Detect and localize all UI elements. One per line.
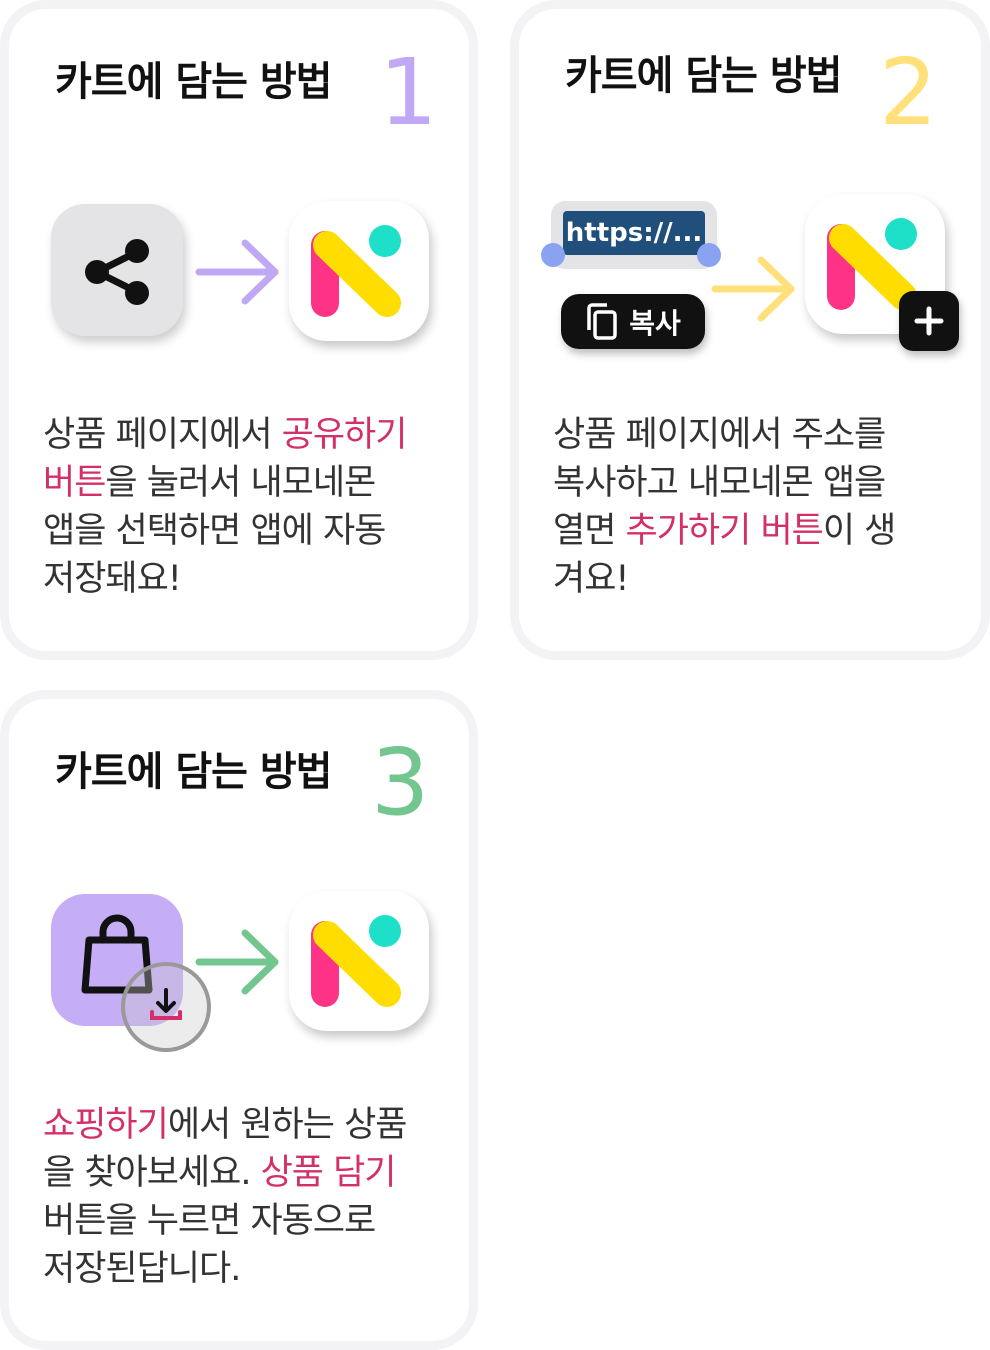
step-description: 상품 페이지에서 공유하기 버튼을 눌러서 내모네몬 앱을 선택하면 앱에 자동 … xyxy=(43,411,463,603)
card-title: 카트에 담는 방법 xyxy=(55,749,332,795)
arrow-right-icon xyxy=(711,256,795,322)
step-description: 상품 페이지에서 주소를 복사하고 내모네몬 앱을 열면 추가하기 버튼이 생 … xyxy=(553,411,973,603)
app-icon xyxy=(289,891,429,1031)
desc-segment: 버튼을 누르면 자동으로 저장된답니다. xyxy=(43,1201,376,1289)
step-description: 쇼핑하기에서 원하는 상품 을 찾아보세요. 상품 담기 버튼을 누르면 자동으… xyxy=(43,1101,463,1293)
desc-highlight: 공유하기 xyxy=(281,415,408,455)
step-number: 1 xyxy=(379,39,438,146)
copy-button[interactable]: 복사 xyxy=(561,294,705,349)
plus-icon xyxy=(914,306,944,336)
arrow-right-icon xyxy=(195,239,279,305)
app-logo-icon xyxy=(311,225,401,317)
step-card-3: 카트에 담는 방법 3 쇼핑하기에서 원하는 상품 을 찾아보세요. 상품 담기… xyxy=(0,690,478,1350)
desc-highlight: 상품 담기 xyxy=(260,1153,397,1193)
url-selection: https://... xyxy=(541,201,721,269)
add-button[interactable] xyxy=(899,291,959,351)
app-icon xyxy=(289,201,429,341)
share-icon xyxy=(85,239,149,305)
step-number: 2 xyxy=(879,39,938,146)
url-text: https://... xyxy=(563,211,705,255)
step-card-1: 카트에 담는 방법 1 상품 페이지에서 공유하기 버튼을 눌러서 내모네몬 앱을… xyxy=(0,0,478,660)
copy-icon xyxy=(587,302,617,340)
desc-highlight: 쇼핑하기 xyxy=(43,1105,169,1145)
share-app-box xyxy=(51,204,183,336)
arrow-right-icon xyxy=(195,929,279,995)
card-title: 카트에 담는 방법 xyxy=(55,59,332,105)
app-logo-icon xyxy=(311,915,401,1007)
desc-highlight: 버튼 xyxy=(43,463,106,503)
selection-handle-left xyxy=(541,243,565,267)
step-card-2: 카트에 담는 방법 2 https://... 복사 상품 페이지에서 주소를 … xyxy=(510,0,990,660)
desc-segment: 상품 페이지에서 xyxy=(43,415,282,455)
card-title: 카트에 담는 방법 xyxy=(565,53,842,99)
desc-highlight: 추가하기 버튼 xyxy=(625,511,824,551)
copy-label: 복사 xyxy=(629,306,681,340)
step-number: 3 xyxy=(371,729,430,836)
